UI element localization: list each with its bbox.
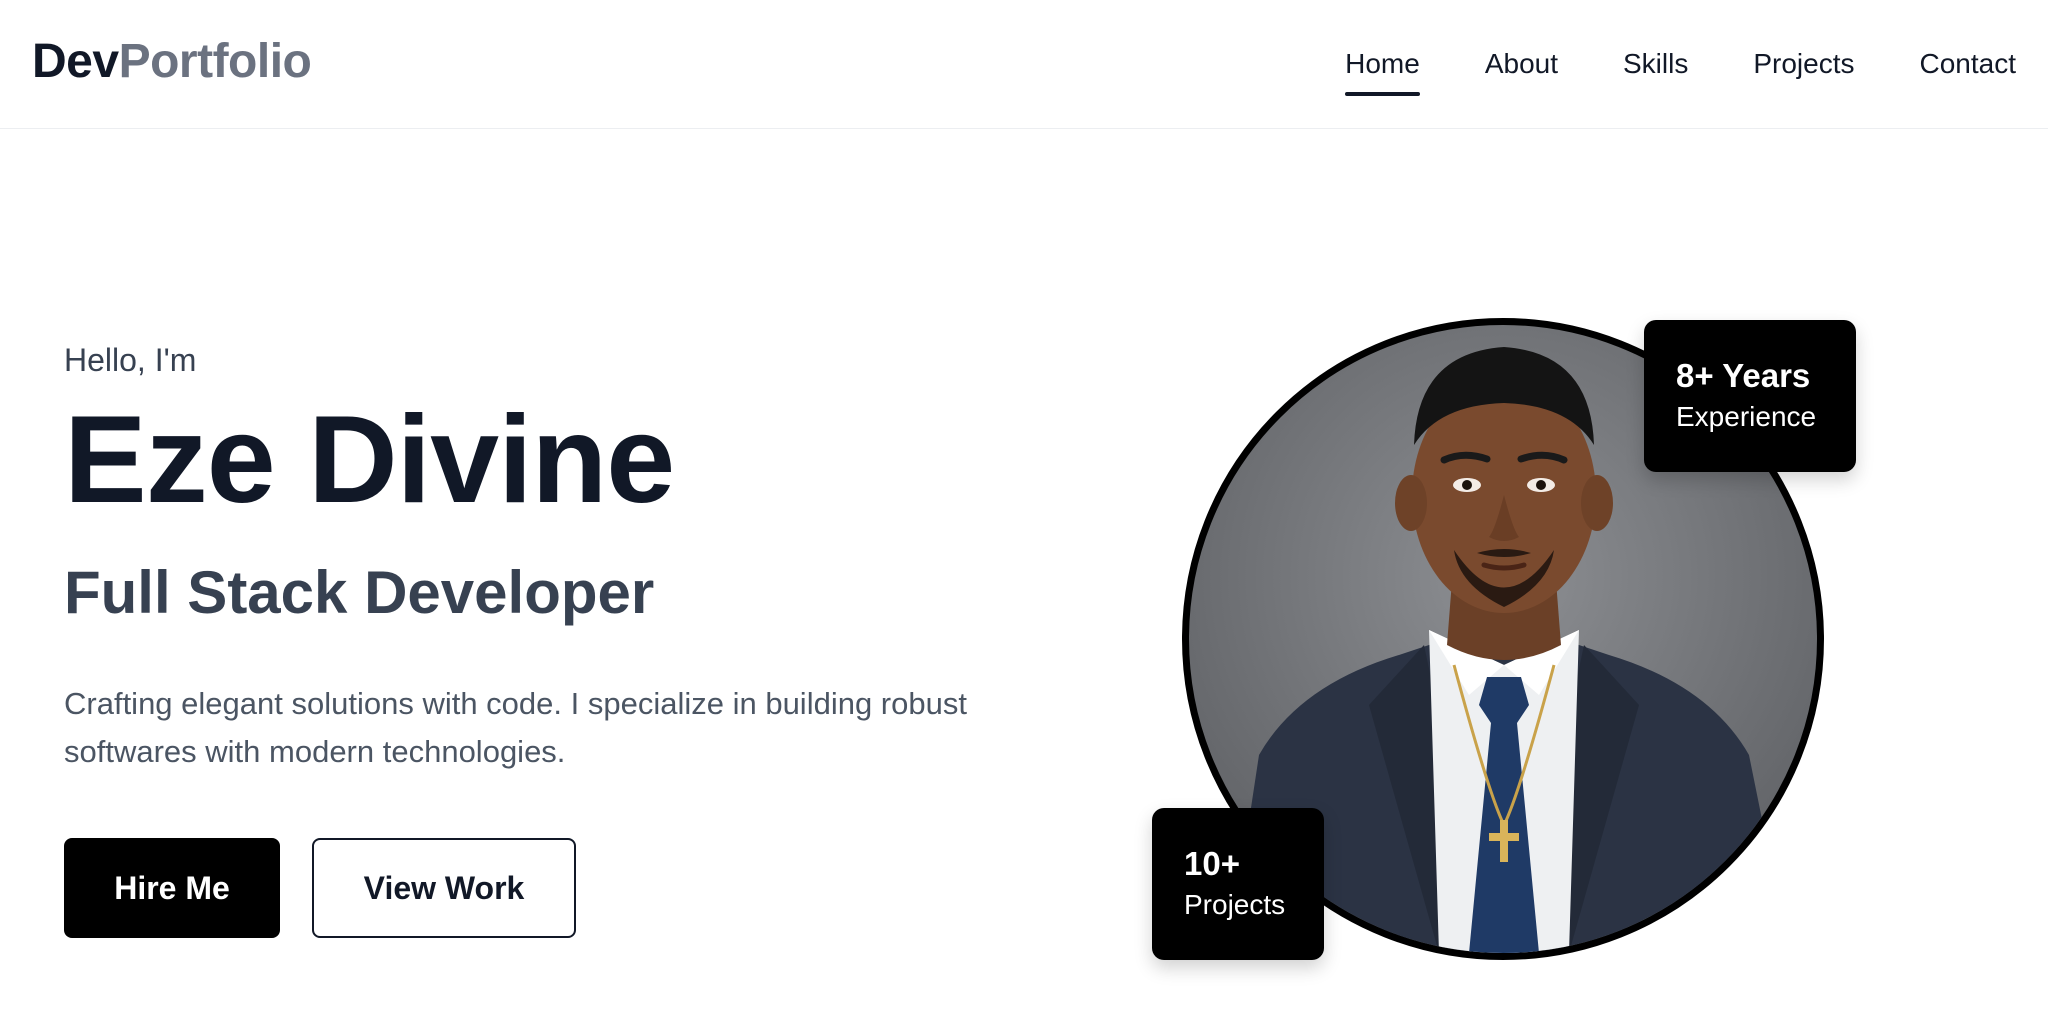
nav-skills[interactable]: Skills: [1623, 44, 1688, 84]
hero-description: Crafting elegant solutions with code. I …: [64, 686, 967, 769]
projects-value: 10+: [1184, 845, 1240, 882]
hire-me-button[interactable]: Hire Me: [64, 838, 280, 938]
nav-about[interactable]: About: [1485, 44, 1558, 84]
hero-buttons: Hire Me View Work: [64, 838, 1064, 938]
hero-name: Eze Divine: [64, 391, 675, 529]
experience-badge: 8+ Years Experience: [1644, 320, 1856, 472]
hero-role: Full Stack Developer: [64, 559, 655, 626]
projects-badge: 10+ Projects: [1152, 808, 1324, 960]
view-work-button[interactable]: View Work: [312, 838, 576, 938]
projects-label: Projects: [1184, 889, 1286, 920]
hero-intro: Hello, I'm Eze Divine Full Stack Develop…: [64, 340, 1064, 938]
logo-portfolio: Portfolio: [118, 35, 312, 88]
site-logo[interactable]: DevPortfolio: [32, 34, 312, 90]
site-header: DevPortfolio Home About Skills Projects …: [0, 0, 2048, 129]
logo-dev: Dev: [32, 35, 119, 88]
nav-contact[interactable]: Contact: [1920, 44, 2017, 84]
nav-home[interactable]: Home: [1345, 44, 1420, 96]
hero-greeting: Hello, I'm: [64, 342, 197, 378]
nav-projects[interactable]: Projects: [1753, 44, 1854, 84]
experience-label: Experience: [1676, 401, 1817, 432]
main-nav: Home About Skills Projects Contact: [1345, 44, 2017, 96]
experience-value: 8+ Years: [1676, 357, 1811, 394]
